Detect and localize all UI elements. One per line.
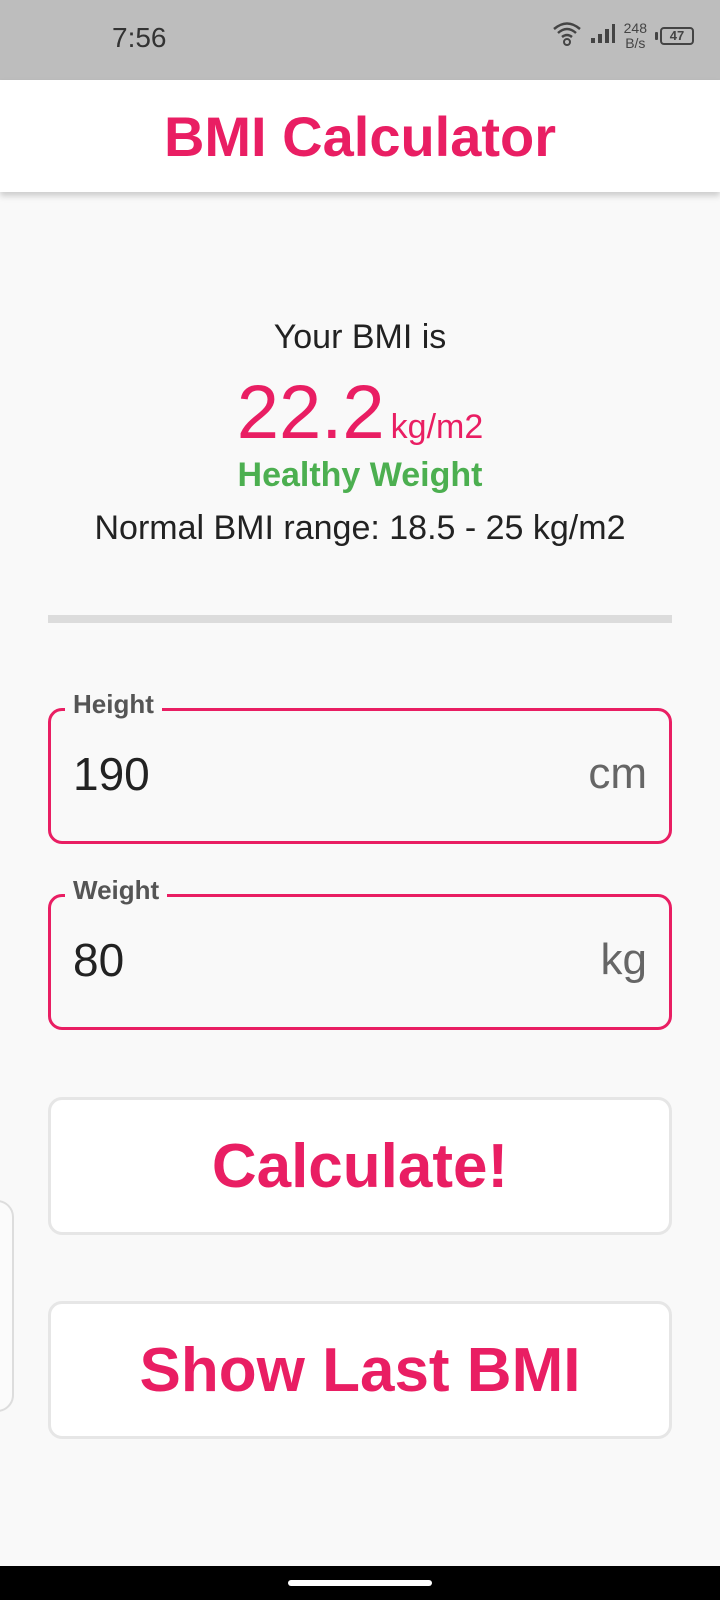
app-bar: BMI Calculator <box>0 80 720 192</box>
battery-level: 47 <box>660 26 694 45</box>
home-indicator[interactable] <box>288 1580 432 1586</box>
height-unit-suffix: cm <box>588 749 647 798</box>
navigation-bar <box>0 1566 720 1600</box>
height-field[interactable]: Height 190 cm <box>48 689 672 844</box>
bmi-value-line: 22.2 kg/m2 <box>0 369 720 456</box>
bmi-result: Your BMI is 22.2 kg/m2 Healthy Weight No… <box>0 318 720 548</box>
status-bar: 7:56 248 B/s 47 <box>0 0 720 80</box>
bmi-status: Healthy Weight <box>237 456 483 494</box>
battery-icon: 47 <box>655 26 694 45</box>
status-icons: 248 B/s 47 <box>552 20 694 51</box>
network-speed-value: 248 <box>623 19 647 36</box>
show-last-bmi-button[interactable]: Show Last BMI <box>48 1301 672 1439</box>
page-title: BMI Calculator <box>163 104 557 168</box>
bmi-value: 22.2 <box>236 370 385 455</box>
battery-cap <box>655 31 658 40</box>
network-speed-unit: B/s <box>625 34 646 51</box>
height-input[interactable]: 190 <box>73 747 150 801</box>
edge-panel-handle[interactable] <box>0 1200 14 1412</box>
weight-field-label: Weight <box>65 875 168 906</box>
weight-unit-suffix: kg <box>600 935 647 984</box>
signal-icon <box>590 22 616 49</box>
wifi-icon <box>552 20 582 51</box>
divider <box>48 615 672 623</box>
weight-field[interactable]: Weight 80 kg <box>48 875 672 1030</box>
bmi-unit: kg/m2 <box>390 408 484 446</box>
status-time: 7:56 <box>112 22 167 53</box>
height-field-label: Height <box>65 689 162 720</box>
bmi-result-label: Your BMI is <box>273 318 447 356</box>
bmi-normal-range: Normal BMI range: 18.5 - 25 kg/m2 <box>94 509 626 547</box>
calculate-button[interactable]: Calculate! <box>48 1097 672 1235</box>
network-speed: 248 B/s <box>623 19 647 51</box>
weight-input[interactable]: 80 <box>73 933 124 987</box>
